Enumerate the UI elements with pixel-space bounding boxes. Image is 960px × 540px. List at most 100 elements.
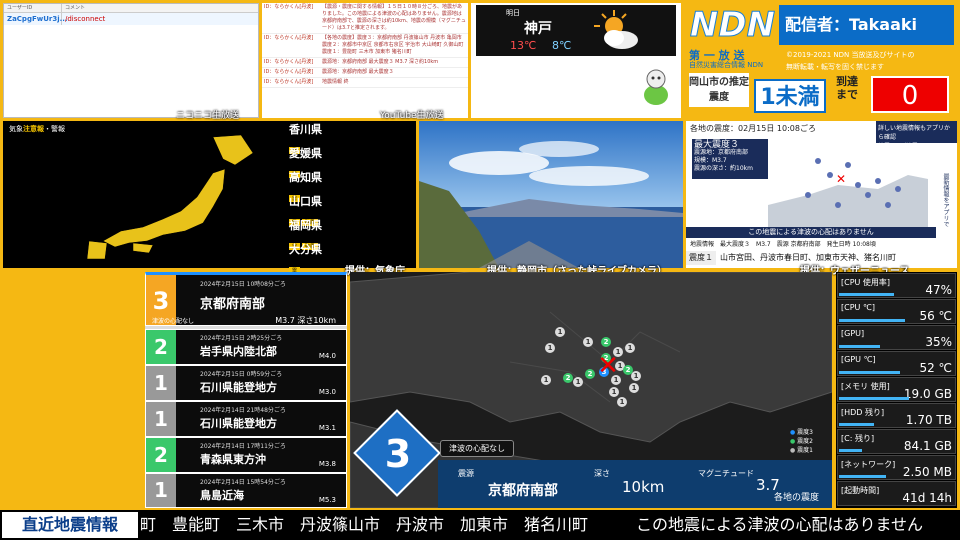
quake-intensity: 1 [146,366,176,400]
sys-row: [CPU 使用率] 47% [837,273,956,298]
quake-item[interactable]: 1 2024年2月15日 0時59分ごろ 石川県能登地方 M3.0 [145,365,347,401]
quake-place: 岩手県内陸北部 [200,345,277,358]
estimated-intensity-value: 1未満 [754,79,826,113]
comment-item: ID：ならかくん[丹波] 地震情報 終 [262,78,468,88]
weather-card: 明日 神戸 13℃ 8℃ [476,5,676,56]
live-camera-image [419,121,683,268]
sys-row: [GPU] 35% [837,325,956,350]
youtube-overlay: YouTube生放送 [380,111,444,121]
comment-user: ID：ならかくん[丹波] [264,59,314,65]
copyright-line: 無断転載・転写を固く禁じます [786,63,884,71]
sys-bar [839,397,909,400]
quake-intensity: 2 [146,330,176,364]
svg-text:1: 1 [576,378,581,386]
comment-user: ID：ならかくん[丹波] [264,69,314,75]
sys-row: [HDD 残り] 1.70 TB [837,403,956,428]
depth-value: 10km [622,478,665,496]
sys-row: [ネットワーク] 2.50 MB [837,455,956,480]
comment-item: ID：ならかくん[丹波] 【震源・震度に関する情報】１５日１０時８分ごろ、地震があ… [262,3,468,34]
svg-text:✕: ✕ [836,172,846,186]
copyright-line: ©2019-2021 NDN 当放送及びサイトの [786,51,915,59]
weather-day: 明日 [506,9,520,17]
comment-user: ID：ならかくん[丹波] [264,79,314,85]
chat-panel: ユーザーID コメント ZaCpgFwUr3j... /disconnect [3,3,259,118]
quake-magnitude: M3.7 深さ10km [275,316,336,325]
quake-datetime: 2024年2月14日 21時48分ごろ [200,407,286,414]
weather-high: 13℃ [510,39,537,52]
weather-city: 神戸 [524,21,552,37]
comment-text: 【各地の震度】震度３：京都府南部 丹波篠山市 丹波市 亀岡市 震度２：京都市中京… [322,35,464,55]
quake-place: 石川県能登地方 [200,381,277,394]
svg-text:1: 1 [548,344,553,352]
arrival-label: 到達まで [836,75,858,101]
ndn-logo: NDN [689,5,776,46]
news-quake-map: ✕ [768,158,928,231]
comment-user: ID：ならかくん[丹波] [264,35,314,41]
sys-row: [C: 残り] 84.1 GB [837,429,956,454]
svg-text:1: 1 [544,376,549,384]
col-comment: コメント [65,5,86,11]
news-bar: 地震情報 最大震度３ M3.7 震源 京都府南部 発生日時 10:08頃 [686,239,936,250]
quake-note: 津波の心配なし [152,318,195,325]
quake-item[interactable]: 2 2024年2月15日 2時25分ごろ 岩手県内陸北部 M4.0 [145,329,347,365]
quake-datetime: 2024年2月15日 0時59分ごろ [200,371,283,378]
quake-magnitude: M3.1 [318,424,336,432]
epicenter-marker: ✕ [597,351,619,381]
quake-datetime: 2024年2月14日 17時11分ごろ [200,443,286,450]
news-header: 各地の震度：02月15日 10:08ごろ [690,124,816,133]
chat-header: ユーザーID コメント [4,4,258,13]
mascot-icon [644,69,668,105]
svg-text:1: 1 [620,398,625,406]
quake-place: 石川県能登地方 [200,417,277,430]
chat-row[interactable]: ZaCpgFwUr3j... /disconnect [4,13,258,25]
quake-datetime: 2024年2月15日 2時25分ごろ [200,335,283,342]
sys-bar [839,423,874,426]
weather-panel: 明日 神戸 13℃ 8℃ [471,3,681,118]
tsunami-badge: 津波の心配なし [440,440,514,457]
comment-feed: ID：ならかくん[丹波] 【震源・震度に関する情報】１５日１０時８分ごろ、地震があ… [262,3,468,118]
comment-text: 震源地：京都府南部 最大震度３ [322,69,394,75]
quake-magnitude: M3.0 [318,388,336,396]
quake-magnitude: M4.0 [318,352,336,360]
epicenter-label: 震源 [458,469,474,478]
svg-text:1: 1 [586,338,591,346]
quake-info-panel: 各地の震度：02月15日 10:08ごろ 詳しい地震情報もアプリから確認 地震Ch… [686,121,957,268]
live-camera [419,121,683,268]
quake-intensity: 1 [146,474,176,507]
quake-summary: 震源 京都府南部 深さ 10km マグニチュード 3.7 各地の震度 [438,460,832,508]
caster-name: 配信者：Takaaki [779,5,954,45]
broadcast-sub: 自然災害総合情報 NDN [689,61,764,69]
quake-item[interactable]: 2 2024年2月14日 17時11分ごろ 青森県東方沖 M3.8 [145,437,347,473]
chat-comment: /disconnect [65,15,106,23]
quake-intensity: 1 [146,402,176,436]
quake-place: 京都府南部 [200,297,266,312]
quake-item[interactable]: 1 2024年2月14日 15時54分ごろ 鳥島近海 M5.3 [145,473,347,508]
app-banner[interactable]: 詳しい地震情報もアプリから確認 地震Ch.／地震アラーム [876,121,957,150]
estimated-intensity-label: 岡山市の推定震度 [689,73,749,107]
japan-map [86,134,254,260]
niconico-overlay: ニコニコ生放送 [176,111,240,121]
app-side: 最新情報をアプリで [942,173,949,227]
comment-text: 【震源・震度に関する情報】１５日１０時８分ごろ、地震がありました。この地震による… [322,4,466,31]
quake-item[interactable]: 1 2024年2月14日 21時48分ごろ 石川県能登地方 M3.1 [145,401,347,437]
svg-text:1: 1 [634,372,639,380]
sys-bar [839,345,880,348]
quake-item[interactable]: 3 2024年2月15日 10時08分ごろ 京都府南部 津波の心配なし M3.7… [145,272,347,326]
sys-row: [GPU ℃] 52 ℃ [837,351,956,376]
quake-intensity: 2 [146,438,176,472]
svg-text:1: 1 [612,388,617,396]
ticker-bar: 直近地震情報 町 豊能町 三木市 丹波篠山市 丹波市 加東市 猪名川町 この地震… [0,510,960,540]
sys-bar [839,475,886,478]
svg-text:2: 2 [626,366,631,374]
warning-map-title: 気象注意報・警報 [9,125,65,133]
svg-text:2: 2 [566,374,571,382]
col-user: ユーザーID [4,4,62,12]
quake-datetime: 2024年2月14日 15時54分ごろ [200,479,286,486]
svg-text:1: 1 [628,344,633,352]
sys-row: [CPU ℃] 56 ℃ [837,299,956,324]
quake-magnitude: M3.8 [318,460,336,468]
svg-text:2: 2 [588,370,593,378]
max-intensity: 3 [384,432,412,476]
ndn-header: NDN 配信者：Takaaki 第 一 放 送 自然災害総合情報 NDN ©20… [686,3,957,118]
news-tsunami: この地震による津波の心配はありません [686,227,936,238]
